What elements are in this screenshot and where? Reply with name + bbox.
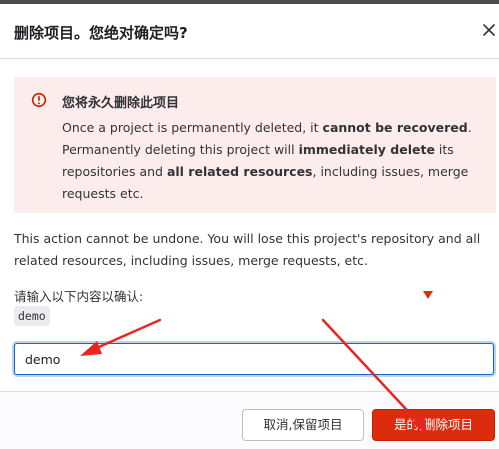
alert-title: 您将永久删除此项目	[62, 96, 180, 111]
annotation-overlay	[80, 318, 427, 433]
close-icon[interactable]	[482, 23, 496, 37]
modal-title: 删除项目。您绝对确定吗?	[14, 24, 188, 42]
modal-footer: 取消,保留项目 是的,删除项目	[0, 391, 499, 449]
confirm-label: 请输入以下内容以确认:	[14, 289, 144, 304]
cancel-button[interactable]: 取消,保留项目	[242, 409, 364, 441]
confirm-code: demo	[14, 306, 50, 326]
confirm-input[interactable]	[14, 343, 494, 375]
alert-body: Once a project is permanently deleted, i…	[62, 120, 472, 201]
caret-down-icon	[423, 291, 433, 299]
action-description: This action cannot be undone. You will l…	[14, 231, 481, 268]
exclamation-circle-icon	[31, 92, 47, 108]
delete-project-button[interactable]: 是的,删除项目	[372, 409, 495, 441]
modal-header: 删除项目。您绝对确定吗?	[0, 4, 499, 59]
danger-alert: 您将永久删除此项目 Once a project is permanently …	[14, 77, 496, 213]
